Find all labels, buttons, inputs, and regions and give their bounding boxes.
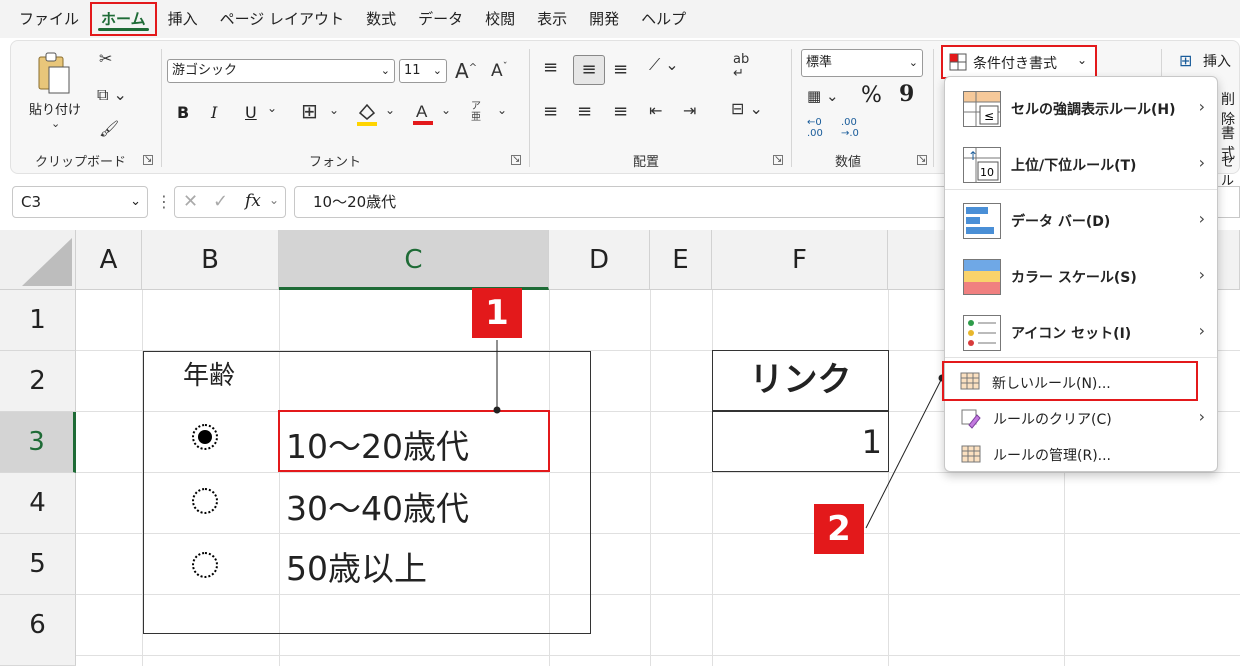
menu-item-data-bars[interactable]: データ バー(D) › <box>945 195 1217 247</box>
menu-item-highlight-rules[interactable]: ≤ セルの強調表示ルール(H) › <box>945 83 1217 135</box>
step-badge-2: 2 <box>814 504 864 554</box>
chevron-right-icon: › <box>1198 209 1205 228</box>
menu-item-label: カラー スケール(S) <box>1011 270 1137 286</box>
icon-set-icon <box>963 315 1001 351</box>
clear-rules-icon <box>961 409 981 429</box>
manage-rules-icon <box>961 445 981 463</box>
svg-text:↑: ↑ <box>968 149 978 163</box>
svg-text:10: 10 <box>980 166 994 179</box>
menu-item-label: アイコン セット(I) <box>1011 326 1132 342</box>
chevron-right-icon: › <box>1198 407 1205 426</box>
menu-item-label: ルールの管理(R)... <box>993 448 1112 464</box>
chevron-right-icon: › <box>1198 265 1205 284</box>
new-rule-icon <box>960 372 980 390</box>
svg-text:≤: ≤ <box>984 109 994 123</box>
menu-divider <box>945 357 1217 358</box>
highlight-rules-icon: ≤ <box>963 91 1001 127</box>
menu-item-label: 上位/下位ルール(T) <box>1011 158 1137 174</box>
menu-divider <box>945 189 1217 190</box>
menu-item-new-rule[interactable]: 新しいルール(N)... <box>942 361 1198 401</box>
menu-item-label: ルールのクリア(C) <box>993 412 1112 428</box>
top-bottom-icon: ↑ 10 <box>963 147 1001 183</box>
conditional-formatting-menu: ≤ セルの強調表示ルール(H) › ↑ 10 上位/下位ルール(T) › データ … <box>942 76 1218 475</box>
color-scale-icon <box>963 259 1001 295</box>
menu-item-top-bottom[interactable]: ↑ 10 上位/下位ルール(T) › <box>945 139 1217 191</box>
chevron-right-icon: › <box>1198 321 1205 340</box>
chevron-right-icon: › <box>1198 97 1205 116</box>
chevron-right-icon: › <box>1198 153 1205 172</box>
menu-item-label: データ バー(D) <box>1011 214 1111 230</box>
menu-item-manage-rules[interactable]: ルールの管理(R)... <box>945 437 1217 475</box>
menu-item-label: 新しいルール(N)... <box>992 376 1111 392</box>
menu-item-clear-rules[interactable]: ルールのクリア(C) › <box>945 401 1217 439</box>
menu-item-label: セルの強調表示ルール(H) <box>1011 102 1176 118</box>
step-badge-1: 1 <box>472 288 522 338</box>
menu-item-color-scales[interactable]: カラー スケール(S) › <box>945 251 1217 303</box>
data-bar-icon <box>963 203 1001 239</box>
menu-item-icon-sets[interactable]: アイコン セット(I) › <box>945 307 1217 359</box>
